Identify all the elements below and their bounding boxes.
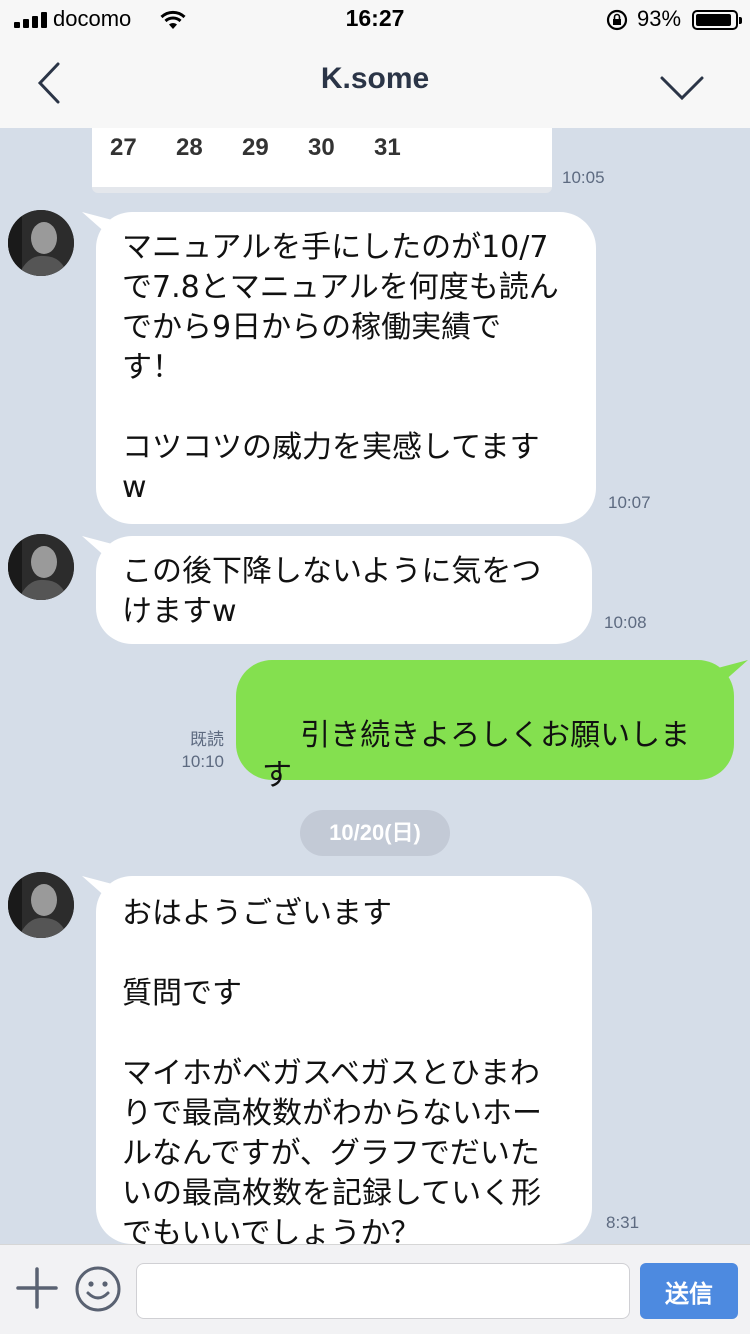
message-bubble-incoming[interactable]: マニュアルを手にしたのが10/7 で7.8とマニュアルを何度も読ん でから9日か…	[96, 212, 596, 524]
rotation-lock-icon	[606, 9, 628, 31]
date-separator: 10/20(日)	[300, 810, 450, 856]
battery-icon	[692, 10, 742, 30]
read-receipt: 既読 10:10	[150, 729, 224, 773]
calendar-day: 27	[110, 134, 137, 161]
message-bubble-outgoing[interactable]: 引き続きよろしくお願いします	[236, 660, 734, 912]
message-input-bar: 送信	[0, 1244, 750, 1334]
chat-header: K.some	[0, 40, 750, 128]
chat-title[interactable]: K.some	[0, 62, 750, 96]
calendar-day: 29	[242, 134, 269, 161]
calendar-day: 28	[176, 134, 203, 161]
avatar[interactable]	[8, 872, 74, 938]
avatar[interactable]	[8, 210, 74, 276]
message-text: 引き続きよろしくお願いします	[262, 718, 691, 793]
plus-icon[interactable]	[16, 1267, 58, 1309]
calendar-day: 30	[308, 134, 335, 161]
chat-area[interactable]: 27 28 29 30 31 10:05 マニュアルを手にしたのが10/7 で7…	[0, 128, 750, 1244]
calendar-snippet[interactable]: 27 28 29 30 31	[92, 128, 552, 193]
message-input[interactable]	[136, 1263, 630, 1319]
message-bubble-incoming[interactable]: この後下降しないように気をつ けますw	[96, 536, 592, 644]
calendar-days: 27 28 29 30 31	[110, 134, 440, 162]
calendar-day: 31	[374, 134, 401, 161]
message-time: 10:07	[608, 493, 651, 512]
message-time: 10:05	[562, 168, 605, 187]
message-time: 10:10	[181, 752, 224, 771]
message-bubble-incoming[interactable]: おはようございます 質問です マイホがベガスベガスとひまわ りで最高枚数がわから…	[96, 876, 592, 1244]
message-time: 8:31	[606, 1213, 640, 1232]
message-time: 10:08	[604, 613, 647, 632]
read-label: 既読	[190, 730, 224, 749]
avatar[interactable]	[8, 534, 74, 600]
smiley-icon[interactable]	[74, 1265, 122, 1313]
battery-percent: 93%	[637, 6, 682, 31]
status-bar: docomo 16:27 93%	[0, 0, 750, 40]
send-button[interactable]: 送信	[640, 1263, 738, 1319]
chevron-down-icon[interactable]	[658, 70, 706, 104]
